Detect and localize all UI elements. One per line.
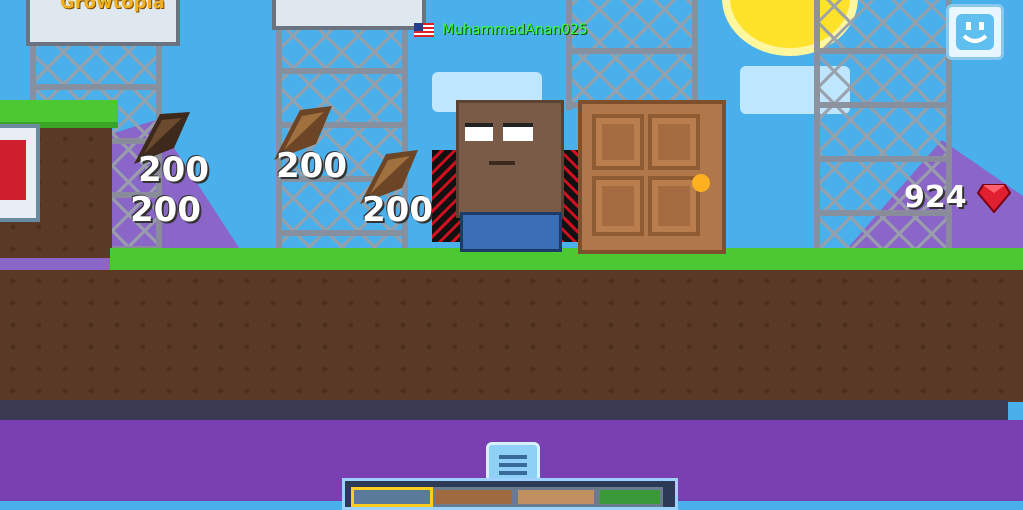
drop-count: 200 — [130, 190, 201, 230]
door-knob — [692, 174, 710, 192]
emote-button[interactable] — [946, 4, 1004, 60]
billboard-text: Growtopia — [60, 0, 165, 13]
player-name: MuhammadAnan025 — [442, 22, 588, 38]
player-avatar[interactable] — [456, 100, 564, 218]
gem-count: 924 — [904, 180, 967, 215]
eye — [503, 123, 533, 141]
red-gem-icon — [976, 183, 1011, 213]
gem-counter: 924 — [904, 180, 1011, 215]
billboard — [272, 0, 426, 30]
name-tag: MuhammadAnan025 — [414, 22, 588, 38]
inventory-toolbar — [342, 478, 678, 510]
eye — [465, 123, 493, 141]
dirt-ground — [0, 270, 1023, 402]
player-legs — [460, 212, 562, 252]
drop-count: 200 — [362, 190, 433, 230]
us-flag-icon — [414, 23, 434, 37]
inventory-slot[interactable] — [597, 487, 663, 507]
inventory-slot[interactable] — [515, 487, 597, 507]
inventory-slot[interactable] — [433, 487, 515, 507]
bedrock-shadow — [0, 400, 1008, 420]
billboard-growtopia: Growtopia — [26, 0, 180, 46]
sign-block[interactable] — [0, 124, 40, 222]
steel-tower — [566, 0, 698, 110]
hamburger-menu-icon — [499, 455, 527, 475]
mouth — [489, 161, 515, 165]
smiley-icon — [956, 14, 994, 50]
drop-count: 200 — [138, 150, 209, 190]
drop-count: 200 — [276, 146, 347, 186]
inventory-slot[interactable] — [351, 487, 433, 507]
wooden-door[interactable] — [578, 100, 726, 254]
